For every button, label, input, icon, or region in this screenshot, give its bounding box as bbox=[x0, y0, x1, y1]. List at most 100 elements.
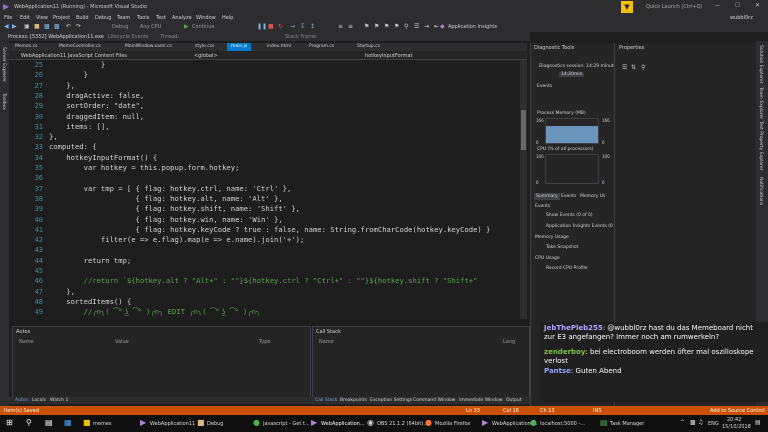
code-line[interactable]: hotkeyInputFormat() { bbox=[49, 153, 157, 163]
step-out-icon[interactable]: ↥ bbox=[310, 23, 315, 30]
continue-icon[interactable]: ▶ bbox=[184, 23, 189, 30]
windows-start-icon[interactable]: ⊞ bbox=[6, 418, 13, 427]
restart-icon[interactable]: ↻ bbox=[278, 23, 283, 30]
tab-startup-cs[interactable]: Startup.cs bbox=[353, 43, 384, 51]
taskbar-item-javascript[interactable]: javascript - Get t... bbox=[263, 421, 310, 427]
tab-watch-1[interactable]: Watch 1 bbox=[50, 398, 68, 403]
code-line[interactable]: sortOrder: "date", bbox=[49, 101, 144, 111]
tab-program-cs[interactable]: Program.cs bbox=[305, 43, 338, 51]
back-icon[interactable]: ◀ bbox=[4, 23, 9, 30]
menu-view[interactable]: View bbox=[36, 15, 48, 21]
uncomment-icon[interactable]: ≡ bbox=[348, 23, 353, 30]
tab-style-css[interactable]: style.css bbox=[191, 43, 218, 51]
user-name[interactable]: wubbl0rz bbox=[730, 15, 753, 21]
test-property-explorer-tab[interactable]: Test Property Explorer bbox=[758, 121, 763, 171]
menu-tools[interactable]: Tools bbox=[137, 15, 149, 21]
tab-exception-settings[interactable]: Exception Settings bbox=[370, 398, 412, 403]
network-icon[interactable]: ▩ bbox=[690, 419, 696, 426]
quick-launch-input[interactable]: Quick Launch (Ctrl+Q) bbox=[646, 4, 702, 10]
tab-autos[interactable]: Autos bbox=[15, 398, 28, 403]
clock-time[interactable]: 20:42 bbox=[727, 417, 741, 423]
menu-edit[interactable]: Edit bbox=[20, 15, 30, 21]
configuration-select[interactable]: Debug bbox=[112, 24, 128, 30]
filter-icon[interactable]: ▼ bbox=[621, 1, 633, 13]
menu-window[interactable]: Window bbox=[196, 15, 216, 21]
format-icon[interactable]: ☰ bbox=[414, 23, 419, 30]
project-dropdown[interactable]: WebApplication11 JavaScript Content File… bbox=[21, 53, 127, 59]
toolbox-tab[interactable]: Toolbox bbox=[1, 93, 6, 110]
autos-col-value[interactable]: Value bbox=[115, 339, 129, 345]
categorized-icon[interactable]: ☰ bbox=[622, 64, 627, 71]
stack-frame-label[interactable]: Stack Frame: bbox=[285, 34, 318, 40]
tab-output[interactable]: Output bbox=[506, 398, 522, 403]
thread-label[interactable]: Thread: bbox=[160, 34, 179, 40]
callstack-col-lang[interactable]: Lang bbox=[503, 339, 515, 345]
code-line[interactable]: }, bbox=[49, 132, 58, 142]
code-line[interactable]: } bbox=[49, 60, 105, 70]
notifications-icon[interactable]: ▤ bbox=[755, 419, 761, 426]
comment-icon[interactable]: ≡ bbox=[338, 23, 343, 30]
menu-build[interactable]: Build bbox=[76, 15, 89, 21]
outdent-icon[interactable]: ⇤ bbox=[434, 23, 439, 30]
take-snapshot-button[interactable]: Take Snapshot bbox=[546, 245, 578, 250]
firefox-taskbar-icon[interactable]: ● bbox=[425, 418, 432, 427]
platform-select[interactable]: Any CPU bbox=[140, 24, 161, 30]
record-cpu-profile-button[interactable]: Record CPU Profile bbox=[546, 266, 588, 271]
menu-team[interactable]: Team bbox=[117, 15, 130, 21]
code-line[interactable]: computed: { bbox=[49, 142, 97, 152]
server-explorer-tab[interactable]: Server Explorer bbox=[1, 47, 6, 82]
step-into-icon[interactable]: ↧ bbox=[300, 23, 305, 30]
menu-project[interactable]: Project bbox=[53, 15, 70, 21]
solution-explorer-tab[interactable]: Solution Explorer bbox=[758, 45, 763, 84]
menu-analyze[interactable]: Analyze bbox=[172, 15, 192, 21]
autos-col-name[interactable]: Name bbox=[19, 339, 34, 345]
code-line[interactable]: }, bbox=[49, 81, 75, 91]
code-line[interactable]: var tmp = [ { flag: hotkey.ctrl, name: '… bbox=[49, 184, 292, 194]
menu-test[interactable]: Test bbox=[156, 15, 166, 21]
add-to-source-control-button[interactable]: Add to Source Control bbox=[710, 408, 765, 414]
taskbar-item-webapplication-active[interactable]: WebApplication... bbox=[321, 421, 365, 427]
obs-taskbar-icon[interactable]: ◉ bbox=[367, 418, 374, 427]
explorer-icon[interactable]: ■ bbox=[83, 418, 91, 427]
redo-icon[interactable]: ↷ bbox=[76, 23, 81, 30]
stop-icon[interactable]: ■ bbox=[268, 23, 274, 30]
code-line[interactable]: filter(e => e.flag).map(e => e.name).joi… bbox=[49, 235, 304, 245]
app-insights-icon[interactable]: ◆ bbox=[440, 23, 445, 30]
find-icon[interactable]: ⚲ bbox=[404, 23, 408, 30]
taskbar-item-task-manager[interactable]: Task Manager bbox=[610, 421, 644, 427]
task-view-icon[interactable]: ▤ bbox=[45, 418, 53, 427]
app-insights-events-link[interactable]: Application Insights Events (0 of 0) bbox=[546, 224, 625, 229]
open-folder-icon[interactable]: ■ bbox=[34, 23, 40, 30]
chrome-taskbar-icon[interactable]: ● bbox=[253, 418, 260, 427]
browser-taskbar-icon[interactable]: ● bbox=[530, 418, 537, 427]
alphabetical-icon[interactable]: ⇅ bbox=[631, 64, 636, 71]
callstack-col-name[interactable]: Name bbox=[319, 339, 334, 345]
code-line[interactable]: }, bbox=[49, 287, 75, 297]
store-icon[interactable]: ▦ bbox=[64, 418, 72, 427]
bookmark-prev-icon[interactable]: ⚑ bbox=[374, 23, 379, 30]
tab-command-window[interactable]: Command Window bbox=[413, 398, 455, 403]
code-line[interactable]: var hotkey = this.popup.form.hotkey; bbox=[49, 163, 240, 173]
taskbar-item-localhost[interactable]: localhost:5000 -... bbox=[540, 421, 585, 427]
taskbar-item-firefox[interactable]: Mozilla Firefox bbox=[435, 421, 470, 427]
indent-icon[interactable]: ⇥ bbox=[424, 23, 429, 30]
tab-breakpoints[interactable]: Breakpoints bbox=[340, 398, 367, 403]
maximize-icon[interactable]: □ bbox=[735, 2, 740, 8]
close-icon[interactable]: ✕ bbox=[755, 2, 760, 9]
volume-icon[interactable]: ♫ bbox=[698, 419, 703, 426]
tray-chevron-icon[interactable]: ⌃ bbox=[680, 419, 685, 426]
save-all-icon[interactable]: ▩ bbox=[54, 23, 60, 30]
tab-events[interactable]: Events bbox=[561, 194, 576, 199]
forward-icon[interactable]: ▶ bbox=[12, 23, 17, 30]
step-icon[interactable]: → bbox=[290, 23, 295, 30]
code-line[interactable]: //return `${hotkey.alt ? "Alt+" : ""}${h… bbox=[49, 276, 478, 286]
team-explorer-tab[interactable]: Team Explorer bbox=[758, 87, 763, 119]
code-line[interactable]: return tmp; bbox=[49, 256, 132, 266]
code-line[interactable]: { flag: hotkey.win, name: 'Win' }, bbox=[49, 215, 283, 225]
code-line[interactable]: draggedItem: null, bbox=[49, 112, 144, 122]
code-line[interactable]: //╭∩╮( ͡° ͜ʖ ͡° )╭∩╮ EDIT ╭∩╮( ͡° ͜ʖ ͡° … bbox=[49, 307, 261, 317]
menu-file[interactable]: File bbox=[4, 15, 12, 21]
vs-second-taskbar-icon[interactable]: ▶ bbox=[482, 418, 488, 427]
app-insights-button[interactable]: Application Insights bbox=[448, 24, 497, 30]
lifecycle-events-select[interactable]: Lifecycle Events bbox=[108, 34, 148, 40]
